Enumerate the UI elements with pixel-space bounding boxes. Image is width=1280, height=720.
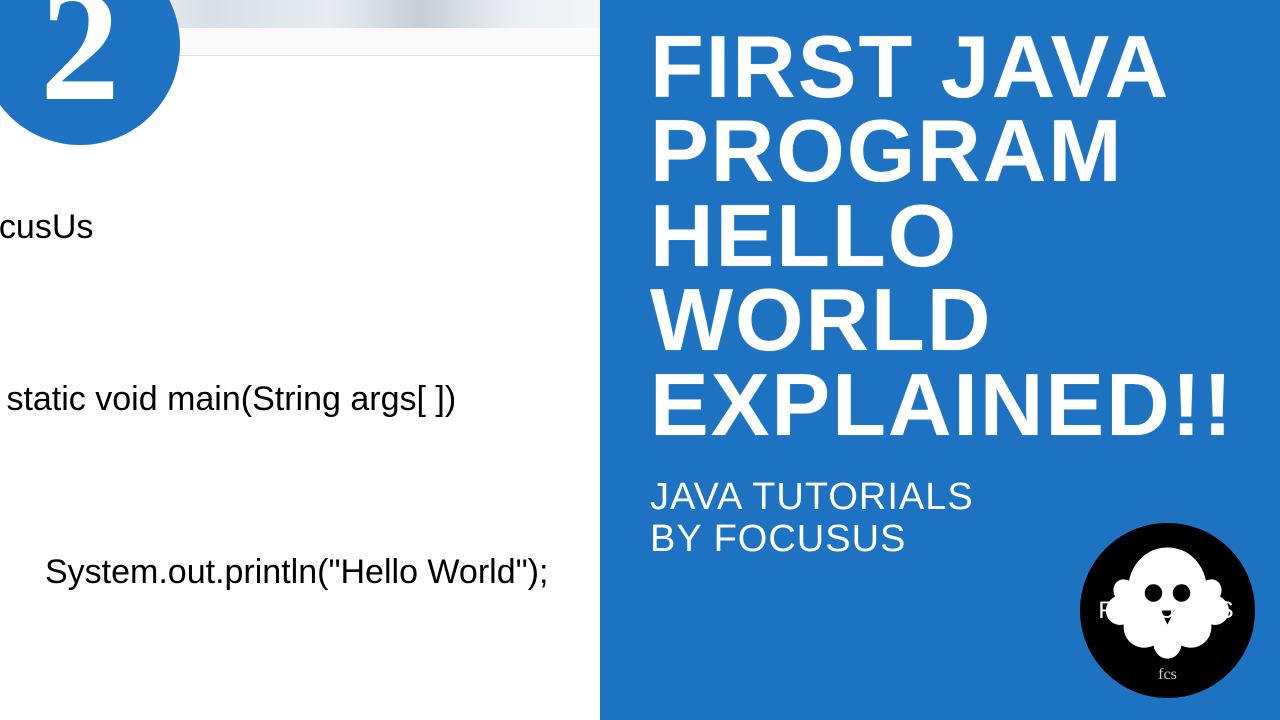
episode-number: 2 <box>40 0 120 125</box>
code-line-3: System.out.println("Hello World"); <box>45 553 600 592</box>
title-card: FIRST JAVA PROGRAM HELLO WORLD EXPLAINED… <box>600 0 1280 720</box>
main-title: FIRST JAVA PROGRAM HELLO WORLD EXPLAINED… <box>650 25 1250 447</box>
code-line-1: ocusUs <box>0 208 600 247</box>
code-line-2: c static void main(String args[ ]) <box>0 380 600 419</box>
logo-signature: fcs <box>1158 666 1177 684</box>
code-area: ocusUs c static void main(String args[ ]… <box>0 60 600 670</box>
logo-text: FOCUSUS <box>1098 597 1236 625</box>
focusus-logo: FOCUSUS fcs <box>1080 523 1255 698</box>
